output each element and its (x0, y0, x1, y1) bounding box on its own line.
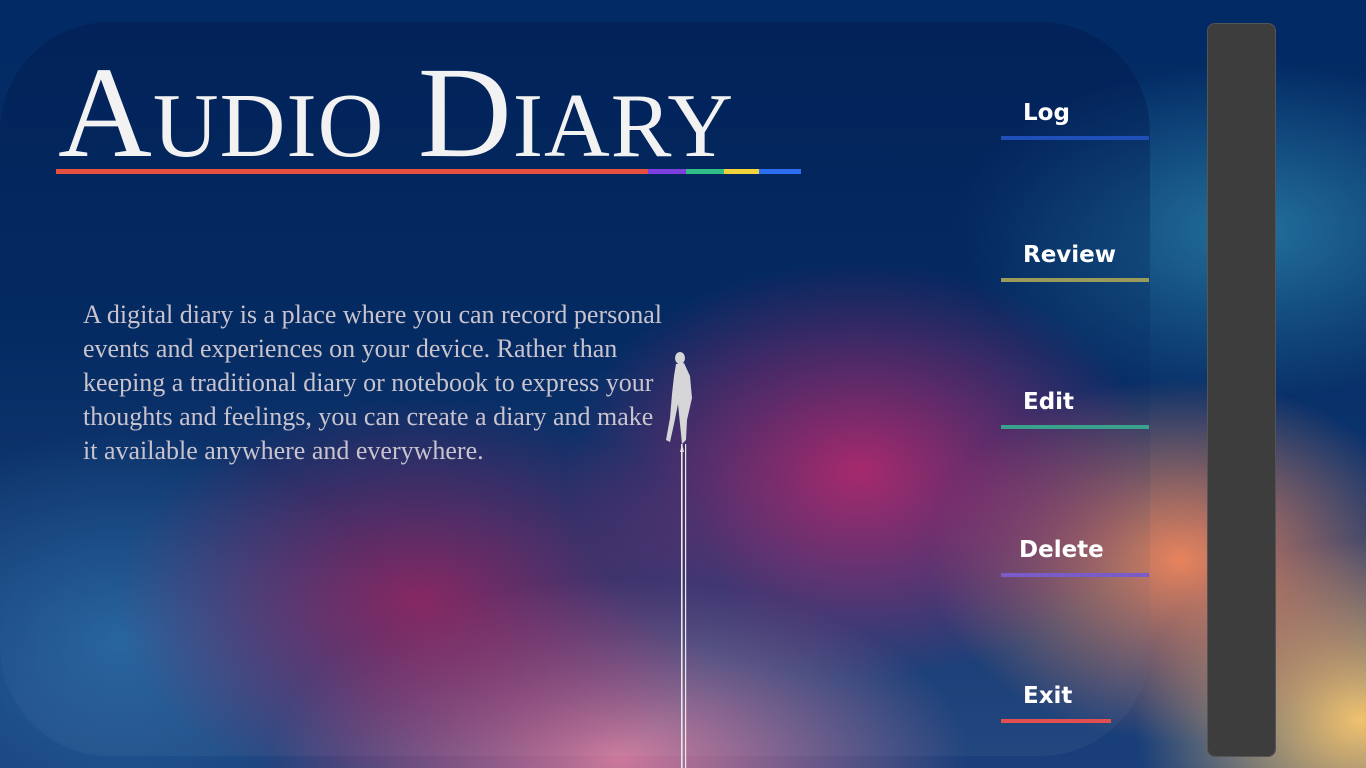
title-underline (56, 169, 801, 174)
side-scrollbar[interactable] (1207, 23, 1276, 757)
intro-description: A digital diary is a place where you can… (83, 300, 662, 465)
menu-accent-delete (1001, 573, 1149, 577)
menu-item-exit[interactable]: Exit (1001, 683, 1111, 723)
floating-person-icon (666, 352, 692, 768)
underline-segment-red (56, 169, 648, 174)
menu-label-log: Log (1023, 100, 1070, 126)
menu-accent-edit (1001, 425, 1149, 429)
underline-segment-yellow (724, 169, 759, 174)
menu-item-edit[interactable]: Edit (1001, 389, 1149, 429)
menu-label-exit: Exit (1023, 683, 1073, 709)
menu-label-review: Review (1023, 242, 1117, 268)
app-title: Audio Diary (58, 41, 735, 185)
underline-segment-purple (648, 169, 686, 174)
menu-accent-log (1001, 136, 1149, 140)
menu-item-log[interactable]: Log (1001, 100, 1149, 140)
menu-label-edit: Edit (1023, 389, 1075, 415)
underline-segment-green (686, 169, 724, 174)
menu-label-delete: Delete (1019, 537, 1104, 563)
menu-item-review[interactable]: Review (1001, 242, 1149, 282)
menu-accent-review (1001, 278, 1149, 282)
menu-accent-exit (1001, 719, 1111, 723)
menu-item-delete[interactable]: Delete (1001, 537, 1149, 577)
underline-segment-blue (759, 169, 801, 174)
